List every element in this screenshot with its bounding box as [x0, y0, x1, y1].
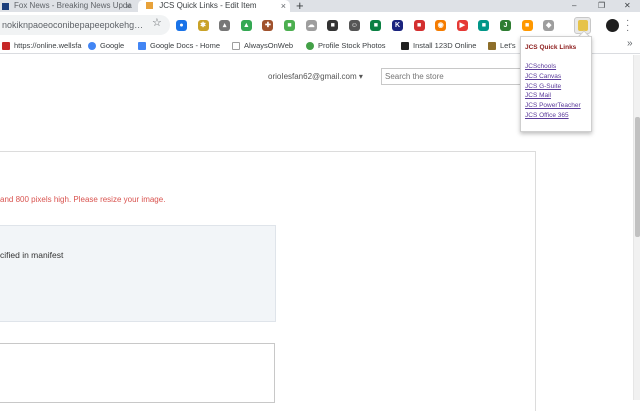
link-jcs-canvas[interactable]: JCS Canvas	[525, 73, 561, 80]
restore-button[interactable]: ❐	[598, 0, 605, 12]
address-bar[interactable]: nokiknpaoeoconibepapeepokehg…	[0, 15, 170, 35]
tab-jcs-quick-links[interactable]: JCS Quick Links - Edit Item ×	[138, 0, 290, 12]
page-scrollbar[interactable]	[633, 55, 640, 400]
bookmarks-overflow-chevron-icon[interactable]: »	[627, 36, 633, 52]
bookmark-profile-stock-photos[interactable]: Profile Stock Photos	[306, 38, 386, 54]
ext-cloud-icon[interactable]: ☁	[305, 20, 317, 31]
wellsfargo-icon	[2, 42, 10, 51]
manifest-info-text: cified in manifest	[0, 250, 64, 260]
bookmark-label: Let's	[500, 41, 516, 50]
ext-face-icon[interactable]: ☺	[348, 20, 360, 31]
ext-play-icon[interactable]: ▶	[456, 20, 468, 31]
ext-game-icon[interactable]: ■	[370, 20, 382, 31]
ext-teal-icon[interactable]: ■	[478, 20, 490, 31]
jcs-quick-links-popup: JCS Quick Links JCSchools JCS Canvas JCS…	[520, 36, 592, 132]
store-search-input[interactable]	[381, 68, 531, 85]
ext-k-icon[interactable]: K	[392, 20, 403, 31]
link-jcschools[interactable]: JCSchools	[525, 63, 556, 70]
scrollbar-thumb[interactable]	[635, 117, 640, 237]
bookmark-label: https://online.wellsfa	[14, 41, 82, 50]
image-size-error-text: and 800 pixels high. Please resize your …	[0, 195, 166, 204]
ext-dark-icon[interactable]: ■	[327, 20, 339, 31]
fox-news-favicon-icon	[2, 3, 9, 10]
bookmark-star-icon[interactable]: ☆	[152, 16, 162, 29]
item-text-field[interactable]	[0, 343, 275, 403]
bookmark-google-docs[interactable]: Google Docs - Home	[138, 38, 220, 54]
manifest-info-box	[0, 225, 276, 322]
tab-jcs-quick-links-title: JCS Quick Links - Edit Item	[159, 1, 257, 10]
address-bar-url: nokiknpaoeoconibepapeepokehg…	[2, 20, 144, 30]
bookmark-wellsfargo[interactable]: https://online.wellsfa	[2, 38, 82, 54]
ext-lamp-icon[interactable]: ▴	[219, 20, 231, 31]
bookmark-label: Install 123D Online	[413, 41, 477, 50]
google-icon	[88, 42, 96, 51]
tab-fox-news-title: Fox News - Breaking News Upda	[14, 1, 132, 10]
bookmark-google[interactable]: Google	[88, 38, 124, 54]
bookmark-install-123d[interactable]: Install 123D Online	[401, 38, 476, 54]
ext-puzzle-icon[interactable]: ✚	[262, 20, 274, 31]
bookmark-label: Profile Stock Photos	[318, 41, 386, 50]
link-jcs-powerteacher[interactable]: JCS PowerTeacher	[525, 102, 581, 109]
bookmark-lets[interactable]: Let's	[488, 38, 516, 54]
ext-bee-icon[interactable]: ✱	[197, 20, 209, 31]
account-email-dropdown[interactable]: orioIesfan62@gmail.com ▾	[268, 72, 363, 81]
link-jcs-g-suite[interactable]: JCS G-Suite	[525, 83, 561, 90]
bookmark-label: Google Docs - Home	[150, 41, 221, 50]
ext-drive-icon[interactable]: ▲	[240, 20, 252, 31]
ext-pin-icon[interactable]: ◆	[543, 20, 555, 31]
ext-red-icon[interactable]: ■	[413, 20, 425, 31]
browser-menu-icon[interactable]: · · ·	[626, 16, 630, 36]
ext-jelly-icon[interactable]: J	[500, 20, 511, 31]
profile-stock-icon	[306, 42, 314, 51]
ext-blue-circle-icon[interactable]: ●	[176, 20, 187, 31]
tab-fox-news-close-icon[interactable]: ×	[126, 0, 131, 12]
browser-toolbar: nokiknpaoeoconibepapeepokehg… ☆ ● ✱ ▴ ▲ ✚ ■ ☁ ■…	[0, 12, 640, 38]
profile-avatar-icon[interactable]	[606, 19, 619, 32]
minimize-button[interactable]: –	[572, 0, 576, 12]
tab-fox-news[interactable]: Fox News - Breaking News Upda ×	[0, 0, 134, 12]
bookmark-label: Google	[100, 41, 125, 50]
bookmark-label: AlwaysOnWeb	[244, 41, 294, 50]
popup-link-list: JCSchools JCS Canvas JCS G-Suite JCS Mai…	[525, 62, 591, 121]
bookmark-alwaysonweb[interactable]: AlwaysOnWeb	[232, 38, 293, 54]
lets-icon	[488, 42, 496, 51]
popup-title: JCS Quick Links	[525, 44, 577, 51]
link-jcs-office-365[interactable]: JCS Office 365	[525, 112, 569, 119]
link-jcs-mail[interactable]: JCS Mail	[525, 92, 551, 99]
123d-icon	[401, 42, 409, 51]
jcs-favicon-icon	[146, 2, 153, 10]
google-docs-icon	[138, 42, 146, 51]
tab-jcs-close-icon[interactable]: ×	[281, 0, 286, 12]
close-window-button[interactable]: ✕	[624, 0, 631, 12]
page-icon	[232, 42, 240, 51]
tab-strip: Fox News - Breaking News Upda × JCS Quic…	[0, 0, 640, 13]
ext-green-icon[interactable]: ■	[284, 20, 295, 31]
ext-rss-icon[interactable]: ◉	[435, 20, 447, 31]
ext-orange-icon[interactable]: ■	[521, 20, 533, 31]
